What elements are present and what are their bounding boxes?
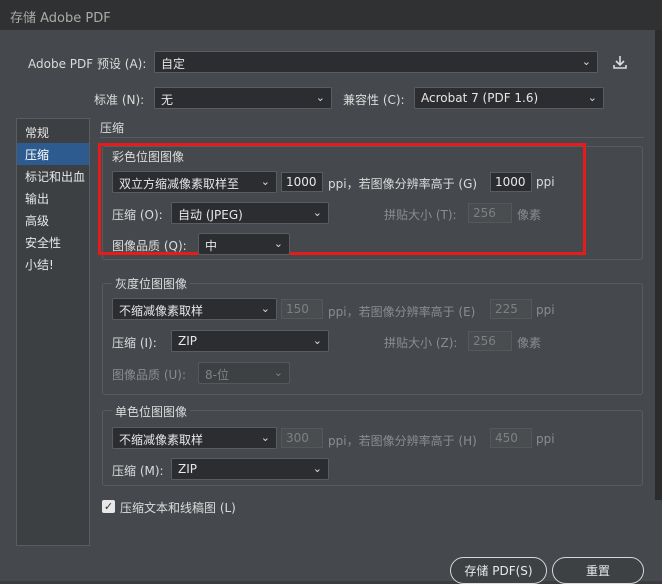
mono-ppi-input[interactable]: 300 — [281, 428, 323, 448]
preset-value: 自定 — [161, 57, 186, 71]
compress-text-label: 压缩文本和线稿图 (L) — [120, 501, 236, 515]
color-tile-input[interactable]: 256 — [468, 203, 512, 223]
color-quality-select[interactable]: 中 ⌄ — [198, 233, 290, 255]
gray-tile-input[interactable]: 256 — [468, 331, 512, 351]
compatibility-label: 兼容性 (C): — [343, 93, 405, 107]
compatibility-select[interactable]: Acrobat 7 (PDF 1.6) ⌄ — [414, 87, 604, 109]
mono-above-unit: ppi — [536, 432, 555, 446]
gray-group-title: 灰度位图图像 — [112, 275, 191, 292]
preset-label: Adobe PDF 预设 (A): — [28, 57, 147, 71]
color-tile-unit: 像素 — [517, 208, 542, 222]
color-quality-label: 图像品质 (Q): — [112, 239, 187, 253]
chevron-down-icon: ⌄ — [312, 462, 322, 475]
color-above-unit: ppi — [536, 175, 555, 189]
sidebar-item-output[interactable]: 输出 — [17, 187, 89, 209]
sidebar-item-summary[interactable]: 小结! — [17, 253, 89, 275]
standard-label: 标准 (N): — [94, 93, 145, 107]
gray-compression-value: ZIP — [178, 334, 197, 348]
color-quality-value: 中 — [205, 239, 218, 253]
chevron-down-icon: ⌄ — [587, 91, 597, 104]
mono-compression-label: 压缩 (M): — [112, 464, 164, 478]
gray-quality-select[interactable]: 8-位 ⌄ — [198, 362, 290, 384]
title-bar: 存储 Adobe PDF — [0, 0, 662, 30]
gray-quality-value: 8-位 — [205, 368, 229, 382]
chevron-down-icon: ⌄ — [273, 366, 283, 379]
color-compression-value: 自动 (JPEG) — [178, 208, 243, 222]
chevron-down-icon: ⌄ — [315, 91, 325, 104]
gray-tile-unit: 像素 — [517, 336, 542, 350]
color-ppi-input[interactable]: 1000 — [281, 172, 323, 192]
sidebar-item-general[interactable]: 常规 — [17, 121, 89, 143]
gray-above-input[interactable]: 225 — [490, 299, 532, 319]
gray-above-unit: ppi — [536, 303, 555, 317]
standard-select[interactable]: 无 ⌄ — [154, 87, 332, 109]
mono-group-title: 单色位图图像 — [112, 403, 191, 420]
sidebar-item-advanced[interactable]: 高级 — [17, 209, 89, 231]
gray-ppi-input[interactable]: 150 — [281, 299, 323, 319]
mono-compression-select[interactable]: ZIP ⌄ — [171, 458, 329, 480]
chevron-down-icon: ⌄ — [312, 206, 322, 219]
heading-divider — [100, 137, 644, 138]
compatibility-value: Acrobat 7 (PDF 1.6) — [421, 91, 539, 105]
sidebar: 常规 压缩 标记和出血 输出 高级 安全性 小结! — [16, 118, 90, 546]
gray-compression-label: 压缩 (I): — [112, 336, 157, 350]
gray-sampling-value: 不缩减像素取样 — [119, 304, 204, 318]
chevron-down-icon: ⌄ — [260, 431, 270, 444]
save-preset-icon[interactable] — [612, 54, 628, 70]
gray-tile-label: 拼贴大小 (Z): — [384, 336, 458, 350]
mono-compression-value: ZIP — [178, 462, 197, 476]
sidebar-item-compression[interactable]: 压缩 — [17, 143, 89, 165]
sidebar-item-security[interactable]: 安全性 — [17, 231, 89, 253]
chevron-down-icon: ⌄ — [312, 334, 322, 347]
gray-compression-select[interactable]: ZIP ⌄ — [171, 330, 329, 352]
mono-ppi-unit: ppi，若图像分辨率高于 (H) — [328, 434, 477, 448]
window-title: 存储 Adobe PDF — [10, 11, 111, 26]
mono-sampling-value: 不缩减像素取样 — [119, 433, 204, 447]
section-heading: 压缩 — [100, 121, 125, 135]
chevron-down-icon: ⌄ — [260, 175, 270, 188]
save-pdf-button[interactable]: 存储 PDF(S) — [450, 557, 547, 584]
color-ppi-unit: ppi，若图像分辨率高于 (G) — [328, 177, 478, 191]
color-tile-label: 拼贴大小 (T): — [384, 208, 457, 222]
color-sampling-value: 双立方缩减像素取样至 — [119, 177, 240, 191]
chevron-down-icon: ⌄ — [273, 237, 283, 250]
color-above-input[interactable]: 1000 — [490, 172, 532, 192]
chevron-down-icon: ⌄ — [260, 302, 270, 315]
color-group-title: 彩色位图图像 — [112, 150, 185, 164]
color-compression-label: 压缩 (O): — [112, 208, 163, 222]
mono-above-input[interactable]: 450 — [490, 428, 532, 448]
color-compression-select[interactable]: 自动 (JPEG) ⌄ — [171, 202, 329, 224]
sidebar-item-marks-bleeds[interactable]: 标记和出血 — [17, 165, 89, 187]
gray-sampling-select[interactable]: 不缩减像素取样 ⌄ — [112, 298, 277, 320]
mono-sampling-select[interactable]: 不缩减像素取样 ⌄ — [112, 427, 277, 449]
reset-button[interactable]: 重置 — [552, 557, 644, 584]
save-pdf-dialog: 存储 Adobe PDF Adobe PDF 预设 (A): 自定 ⌄ 标准 (… — [0, 0, 662, 584]
preset-select[interactable]: 自定 ⌄ — [154, 51, 598, 73]
compress-text-checkbox[interactable]: ✓ — [102, 500, 115, 513]
chevron-down-icon: ⌄ — [581, 55, 591, 68]
gray-quality-label: 图像品质 (U): — [112, 368, 187, 382]
color-sampling-select[interactable]: 双立方缩减像素取样至 ⌄ — [112, 171, 277, 193]
right-edge — [655, 30, 662, 500]
gray-ppi-unit: ppi，若图像分辨率高于 (E) — [328, 305, 476, 319]
standard-value: 无 — [161, 93, 174, 107]
